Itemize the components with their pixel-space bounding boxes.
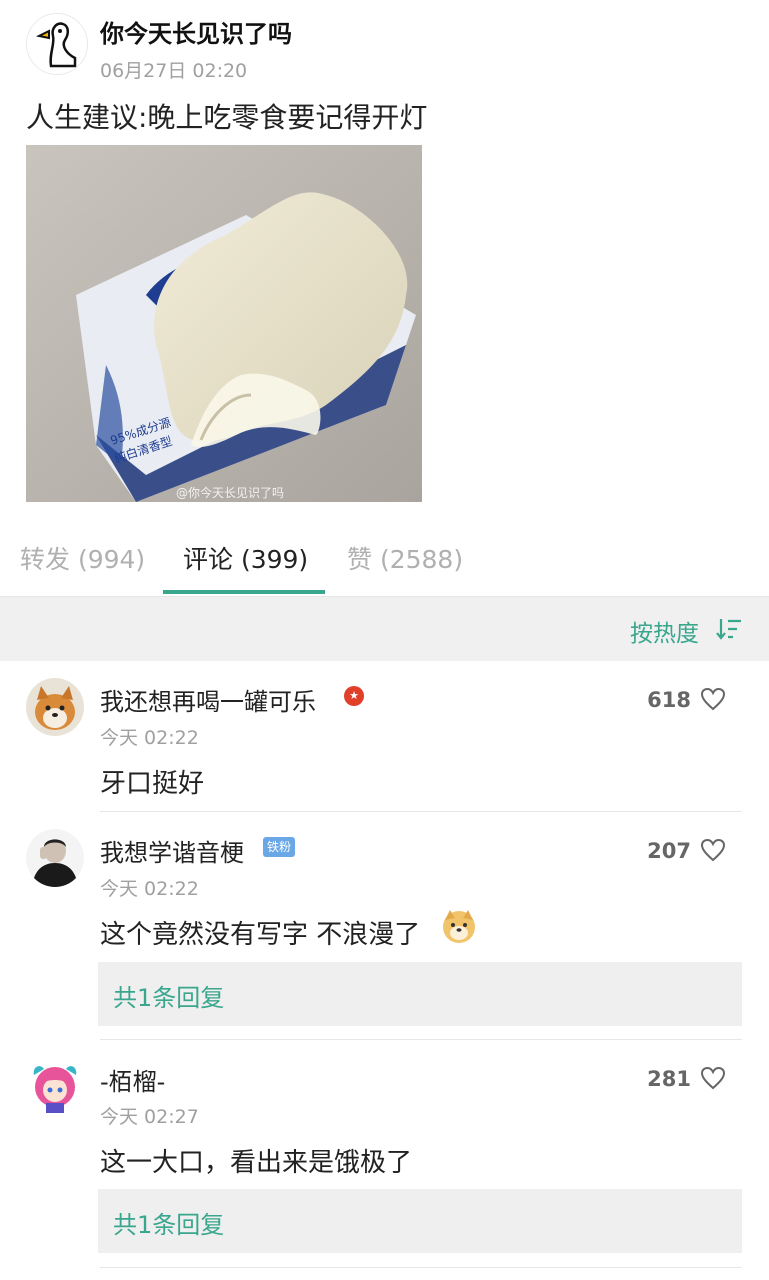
comment-avatar[interactable] <box>26 1057 84 1115</box>
sort-icon[interactable] <box>715 617 743 641</box>
comment-time: 今天 02:22 <box>100 878 199 900</box>
doge-emoji-icon <box>443 910 475 943</box>
comment-avatar[interactable] <box>26 678 84 736</box>
comment-author-name[interactable]: -栢榴- <box>100 1062 165 1097</box>
heart-icon[interactable] <box>700 838 726 862</box>
anime-girl-avatar-icon <box>26 1057 84 1115</box>
comment-divider <box>100 1267 742 1268</box>
comment-divider <box>100 811 742 812</box>
post-timestamp: 06月27日 02:20 <box>100 60 248 82</box>
view-replies-link[interactable]: 共1条回复 <box>113 978 224 1013</box>
comment-author-name[interactable]: 我还想再喝一罐可乐 <box>100 682 316 717</box>
image-watermark: @你今天长见识了吗 <box>176 486 285 500</box>
active-tab-indicator <box>163 590 325 594</box>
heart-icon[interactable] <box>700 687 726 711</box>
sort-by-hot-button[interactable]: 按热度 <box>630 614 699 648</box>
comment-avatar[interactable] <box>26 829 84 887</box>
like-count: 207 <box>647 839 691 863</box>
goose-avatar-icon <box>27 14 87 74</box>
comment-text: 这个竟然没有写字 不浪漫了 <box>100 920 421 950</box>
tab-comments[interactable]: 评论 (399) <box>183 540 308 576</box>
soap-photo: 95%成分源 纯白清香型 <box>26 145 422 502</box>
comment-divider <box>100 1039 742 1040</box>
tab-likes[interactable]: 赞 (2588) <box>347 540 463 576</box>
fan-badge: 铁粉 <box>263 837 296 857</box>
verified-badge-icon: ★ <box>344 686 364 706</box>
view-replies-link[interactable]: 共1条回复 <box>113 1205 224 1240</box>
man-avatar-icon <box>26 829 84 887</box>
comment-text: 这一大口，看出来是饿极了 <box>100 1148 413 1178</box>
comment-time: 今天 02:22 <box>100 727 199 749</box>
tab-repost[interactable]: 转发 (994) <box>20 540 145 576</box>
like-count: 618 <box>647 688 691 712</box>
like-count: 281 <box>647 1067 691 1091</box>
author-name[interactable]: 你今天长见识了吗 <box>100 14 292 49</box>
author-avatar[interactable] <box>26 13 88 75</box>
comment-text: 牙口挺好 <box>100 769 205 799</box>
post-text: 人生建议:晚上吃零食要记得开灯 <box>26 101 428 134</box>
shiba-dog-avatar-icon <box>26 678 84 736</box>
heart-icon[interactable] <box>700 1066 726 1090</box>
comment-time: 今天 02:27 <box>100 1106 199 1128</box>
comment-author-name[interactable]: 我想学谐音梗 <box>100 833 244 868</box>
post-image[interactable]: 95%成分源 纯白清香型 @你今天长见识了吗 <box>26 145 422 502</box>
